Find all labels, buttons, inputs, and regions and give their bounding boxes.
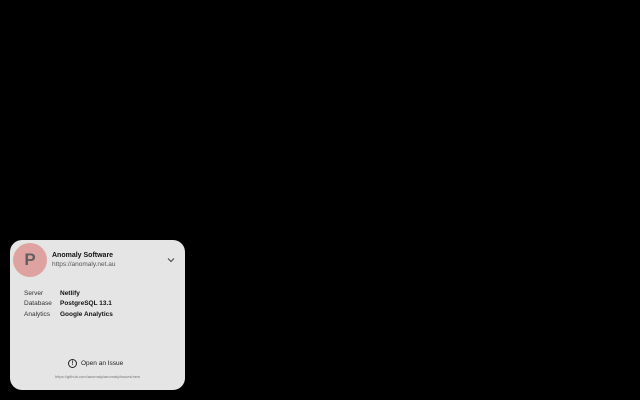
detail-label: Server <box>24 289 44 297</box>
org-url[interactable]: https://anomaly.net.au <box>52 261 115 268</box>
detail-value: Netlify <box>60 289 80 297</box>
open-issue-button[interactable]: ! Open an Issue <box>68 359 123 368</box>
chevron-down-icon[interactable] <box>166 255 176 265</box>
open-issue-label: Open an Issue <box>81 360 124 367</box>
detail-row-database: Database PostgreSQL 13.1 <box>24 299 174 310</box>
detail-row-server: Server Netlify <box>24 288 174 299</box>
avatar: P <box>13 243 47 277</box>
issue-url[interactable]: https://github.com/anomaly/anomaly/issue… <box>10 374 185 379</box>
detail-label: Database <box>24 300 52 308</box>
org-name: Anomaly Software <box>52 252 114 259</box>
info-icon: ! <box>68 359 77 368</box>
detail-label: Analytics <box>24 310 51 318</box>
detail-value: PostgreSQL 13.1 <box>60 300 112 308</box>
detail-value: Google Analytics <box>60 310 113 318</box>
avatar-letter: P <box>24 250 36 269</box>
detail-row-analytics: Analytics Google Analytics <box>24 309 174 320</box>
details-list: Server Netlify Database PostgreSQL 13.1 … <box>24 288 174 320</box>
info-card: P Anomaly Software https://anomaly.net.a… <box>10 240 185 390</box>
